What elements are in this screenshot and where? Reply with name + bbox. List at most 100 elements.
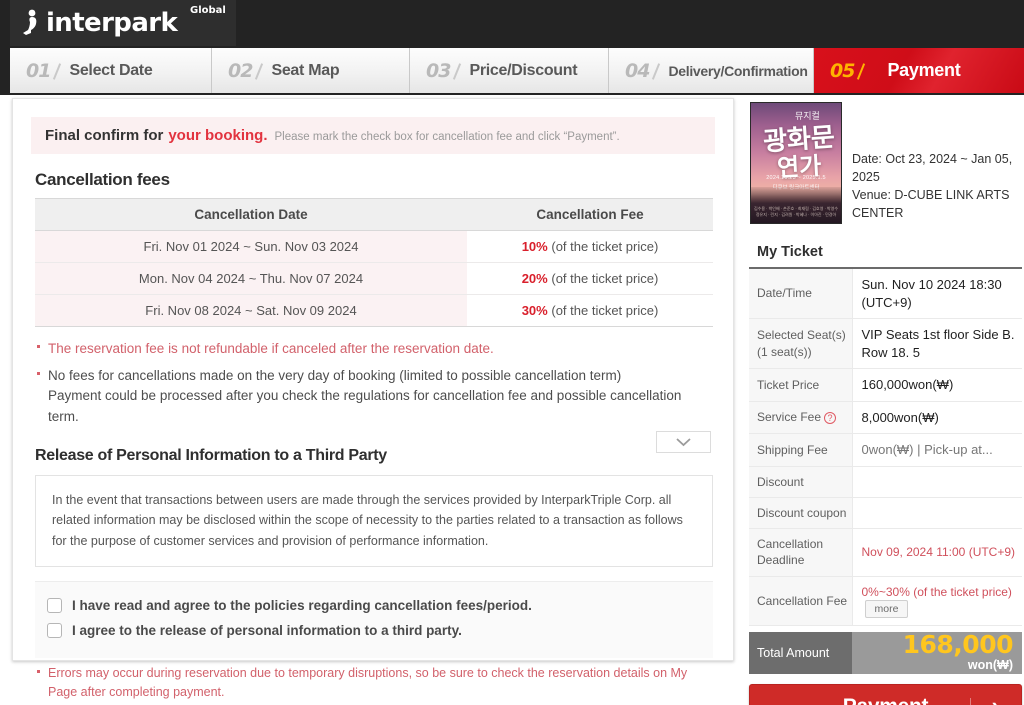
row-value-cancellation-deadline: Nov 09, 2024 11:00 (UTC+9): [851, 528, 1022, 577]
fee-percent: 20%: [521, 271, 548, 286]
table-row: Selected Seat(s) (1 seat(s)) VIP Seats 1…: [749, 318, 1022, 370]
table-row: Discount: [749, 466, 1022, 499]
table-header-row: Cancellation Date Cancellation Fee: [35, 198, 713, 231]
row-label-discount: Discount: [749, 466, 852, 499]
agreement-row-third-party[interactable]: I agree to the release of personal infor…: [47, 623, 703, 639]
cancellation-fee-text: 0%~30% (of the ticket price): [861, 584, 1012, 599]
table-row: Fri. Nov 01 2024 ~ Sun. Nov 03 2024 10% …: [35, 230, 713, 263]
row-label-service-fee: Service Fee?: [749, 401, 852, 435]
step-slash-icon: [858, 63, 867, 79]
fee-percent: 10%: [521, 239, 548, 254]
step-slash-icon: [54, 63, 63, 79]
checkbox-third-party[interactable]: [47, 623, 62, 639]
step-select-date[interactable]: 01 Select Date: [10, 48, 212, 93]
payment-button-divider: [970, 697, 971, 705]
checkbox-cancellation-policy[interactable]: [47, 598, 62, 614]
column-cancellation-fee: Cancellation Fee: [467, 198, 713, 231]
step-number: 01: [26, 59, 51, 82]
final-confirm-notice: Final confirm for your booking. Please m…: [31, 117, 715, 154]
poster-dates: 2024.10.23 ~ 2025.1.5: [766, 175, 826, 181]
more-button[interactable]: more: [864, 599, 909, 618]
cell-fee: 20% (of the ticket price): [467, 262, 713, 295]
table-row: Service Fee? 8,000won(₩): [749, 401, 1022, 435]
step-seat-map[interactable]: 02 Seat Map: [212, 48, 410, 93]
cancellation-fees-table: Cancellation Date Cancellation Fee Fri. …: [35, 198, 713, 327]
right-summary-panel: 뮤지컬 광화문 연가 2024.10.23 ~ 2025.1.5 디큐브 링크아…: [745, 98, 1024, 705]
interpark-logo[interactable]: interpark Global: [10, 0, 236, 46]
table-row: Discount coupon: [749, 497, 1022, 530]
my-ticket-panel: My Ticket Date/Time Sun. Nov 10 2024 18:…: [745, 238, 1024, 705]
step-slash-icon: [653, 63, 662, 79]
step-label: Delivery/Confirmation: [668, 62, 808, 79]
question-mark-icon[interactable]: ?: [824, 412, 837, 425]
agreement-label: I have read and agree to the policies re…: [72, 598, 532, 614]
row-label-cancellation-deadline: Cancellation Deadline: [749, 528, 852, 577]
step-label: Seat Map: [271, 61, 340, 79]
notice-sub-text: Please mark the check box for cancellati…: [274, 131, 620, 143]
checkout-stepper: 01 Select Date 02 Seat Map 03 Price/Disc…: [10, 48, 1024, 93]
payment-button-label: Payment: [750, 695, 1021, 705]
show-meta-block: Date: Oct 23, 2024 ~ Jan 05, 2025 Venue:…: [852, 150, 1022, 223]
total-amount-number: 168,000: [902, 629, 1014, 659]
row-value-selected-seats: VIP Seats 1st floor Side B. Row 18. 5: [851, 318, 1022, 370]
step-label: Payment: [887, 60, 961, 80]
table-row: Date/Time Sun. Nov 10 2024 18:30 (UTC+9): [749, 269, 1022, 320]
interpark-logo-text: interpark: [46, 8, 178, 38]
show-type-label: Musical: [852, 110, 902, 125]
poster-credits: 김수용 · 박인배 · 손준호 · 최재림 · 김호영 · 박영수 정유지 · …: [753, 206, 838, 217]
show-name-label: 〈Gwanghwamun: [852, 129, 966, 145]
step-number: 03: [426, 59, 451, 82]
notice-highlight-text: your booking.: [168, 127, 268, 144]
agreement-row-cancellation[interactable]: I have read and agree to the policies re…: [47, 598, 703, 614]
table-row: Mon. Nov 04 2024 ~ Thu. Nov 07 2024 20% …: [35, 262, 713, 295]
service-fee-text: Service Fee: [757, 410, 822, 425]
fee-suffix: (of the ticket price): [551, 303, 659, 318]
chevron-right-icon: ›: [992, 693, 999, 705]
step-number: 02: [228, 59, 253, 82]
row-value-discount: [851, 466, 1022, 499]
row-label-cancellation-fee: Cancellation Fee: [749, 576, 852, 626]
cancellation-fees-title: Cancellation fees: [35, 170, 170, 189]
fee-percent: 30%: [521, 303, 548, 318]
step-delivery-confirmation[interactable]: 04 Delivery/Confirmation: [609, 48, 814, 93]
cell-date: Fri. Nov 08 2024 ~ Sat. Nov 09 2024: [35, 294, 467, 327]
list-item: The reservation fee is not refundable if…: [35, 339, 711, 360]
row-value-service-fee: 8,000won(₩): [851, 401, 1022, 435]
row-label-discount-coupon: Discount coupon: [749, 497, 852, 530]
notice-strong-text: Final confirm for: [45, 127, 164, 144]
row-value-shipping-fee: 0won(₩) | Pick-up at...: [851, 433, 1022, 467]
table-row: Fri. Nov 08 2024 ~ Sat. Nov 09 2024 30% …: [35, 294, 713, 327]
step-slash-icon: [256, 63, 265, 79]
cell-fee: 10% (of the ticket price): [467, 230, 713, 263]
table-row: Cancellation Fee 0%~30% (of the ticket p…: [749, 576, 1022, 626]
interpark-logo-global: Global: [190, 5, 226, 16]
row-value-discount-coupon: [851, 497, 1022, 530]
main-content-card: Final confirm for your booking. Please m…: [12, 98, 734, 699]
total-amount-value-box: 168,000 won(₩): [852, 629, 1022, 674]
release-section-title: Release of Personal Information to a Thi…: [35, 447, 387, 465]
chevron-down-icon[interactable]: [656, 431, 711, 453]
musical-poster-image: 뮤지컬 광화문 연가 2024.10.23 ~ 2025.1.5 디큐브 링크아…: [750, 102, 842, 224]
payment-page: interpark Global 01 Select Date 02 Seat …: [0, 0, 1024, 705]
row-label-shipping-fee: Shipping Fee: [749, 433, 852, 467]
step-payment[interactable]: 05 Payment: [814, 48, 1024, 93]
step-number: 05: [830, 59, 855, 82]
warning-list: Errors may occur during reservation due …: [35, 664, 711, 702]
agreement-label: I agree to the release of personal infor…: [72, 623, 462, 639]
show-venue: Venue: D-CUBE LINK ARTS CENTER: [852, 188, 1010, 221]
total-amount-row: Total Amount 168,000 won(₩): [749, 629, 1022, 674]
row-value-date-time: Sun. Nov 10 2024 18:30 (UTC+9): [851, 269, 1022, 320]
table-row: Cancellation Deadline Nov 09, 2024 11:00…: [749, 528, 1022, 577]
fee-suffix: (of the ticket price): [551, 271, 659, 286]
step-price-discount[interactable]: 03 Price/Discount: [410, 48, 609, 93]
my-ticket-title: My Ticket: [749, 238, 1022, 269]
cell-date: Fri. Nov 01 2024 ~ Sun. Nov 03 2024: [35, 230, 467, 263]
payment-button[interactable]: Payment ›: [749, 683, 1022, 705]
row-label-selected-seats: Selected Seat(s) (1 seat(s)): [749, 318, 852, 370]
step-number: 04: [625, 59, 650, 82]
table-row: Shipping Fee 0won(₩) | Pick-up at...: [749, 433, 1022, 467]
agreements-area: I have read and agree to the policies re…: [35, 581, 713, 659]
step-label: Select Date: [69, 61, 153, 79]
table-row: Ticket Price 160,000won(₩): [749, 368, 1022, 402]
interpark-person-icon: [20, 8, 42, 38]
